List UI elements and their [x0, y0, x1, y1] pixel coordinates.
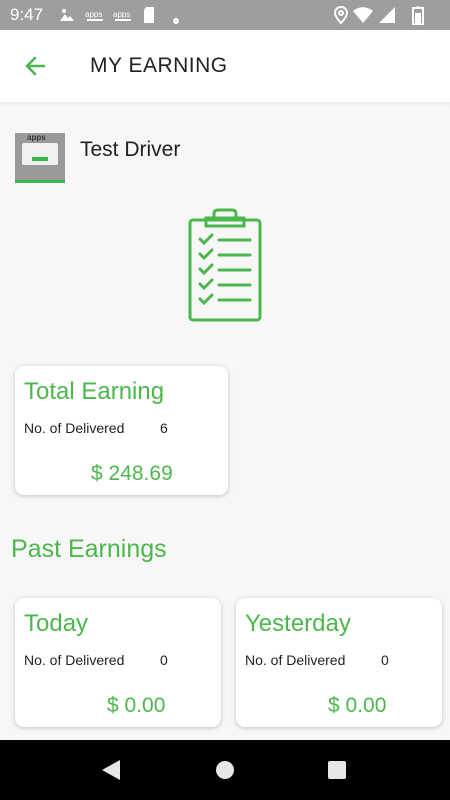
battery-icon: [412, 6, 424, 25]
today-earning-card[interactable]: Today No. of Delivered 0 $ 0.00: [15, 598, 221, 727]
delivered-label: No. of Delivered: [245, 652, 346, 668]
avatar: apps: [15, 133, 65, 183]
recents-square-icon: [328, 761, 346, 779]
avatar-logo-text: apps: [27, 133, 46, 142]
delivered-count: 0: [160, 652, 168, 668]
clipboard-checklist-icon: [188, 208, 262, 327]
today-title: Today: [24, 610, 89, 637]
yesterday-amount: $ 0.00: [328, 694, 387, 717]
dot-icon: [172, 10, 180, 30]
apps-label: apps: [113, 10, 130, 19]
apps-label: apps: [85, 10, 102, 19]
nav-recents-button[interactable]: [326, 758, 348, 787]
page-title: MY EARNING: [90, 54, 228, 77]
back-triangle-icon: [102, 760, 120, 780]
yesterday-title: Yesterday: [245, 610, 351, 637]
status-time: 9:47: [10, 5, 44, 24]
apps-icon: apps: [84, 8, 106, 28]
total-amount: $ 248.69: [91, 462, 173, 485]
status-bar: 9:47 apps apps: [0, 0, 450, 30]
nav-home-button[interactable]: [214, 758, 236, 787]
arrow-left-icon: [25, 56, 46, 76]
home-circle-icon: [216, 761, 234, 779]
yesterday-earning-card[interactable]: Yesterday No. of Delivered 0 $ 0.00: [236, 598, 442, 727]
app-bar: MY EARNING: [0, 30, 450, 103]
sd-card-icon: [142, 6, 156, 29]
back-button[interactable]: [18, 48, 54, 84]
delivered-count: 6: [160, 420, 168, 436]
total-earning-card[interactable]: Total Earning No. of Delivered 6 $ 248.6…: [15, 366, 228, 495]
delivered-count: 0: [381, 652, 389, 668]
status-right-icons: [333, 5, 438, 30]
driver-name: Test Driver: [80, 138, 181, 161]
delivered-label: No. of Delivered: [24, 652, 125, 668]
total-earning-title: Total Earning: [24, 378, 165, 405]
signal-icon: [379, 7, 395, 23]
past-earnings-title: Past Earnings: [11, 535, 167, 563]
photo-icon: [58, 6, 76, 29]
today-amount: $ 0.00: [107, 694, 166, 717]
wifi-icon: [353, 7, 373, 23]
system-nav-bar: [0, 740, 450, 800]
apps-icon: apps: [112, 8, 134, 28]
delivered-label: No. of Delivered: [24, 420, 125, 436]
location-icon: [333, 5, 349, 25]
nav-back-button[interactable]: [100, 758, 122, 787]
